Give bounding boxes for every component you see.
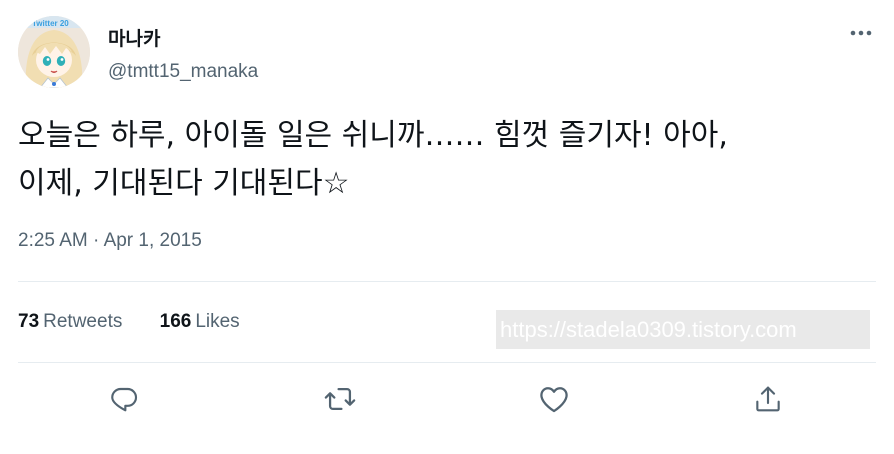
retweet-icon bbox=[324, 387, 356, 411]
user-handle[interactable]: @tmtt15_manaka bbox=[108, 61, 258, 83]
divider-top bbox=[18, 281, 876, 282]
timestamp-separator: · bbox=[93, 230, 100, 251]
likes-count: 166 bbox=[159, 311, 192, 332]
share-icon bbox=[756, 386, 780, 412]
heart-icon bbox=[540, 387, 568, 413]
share-button[interactable] bbox=[750, 381, 786, 417]
likes-stat[interactable]: 166 Likes bbox=[160, 311, 240, 333]
display-name[interactable]: 마나카 bbox=[108, 24, 160, 51]
avatar-image: Twitter 20 bbox=[18, 16, 90, 88]
reply-button[interactable] bbox=[106, 381, 142, 417]
tweet-date[interactable]: Apr 1, 2015 bbox=[104, 230, 202, 251]
reply-icon bbox=[111, 387, 137, 412]
tweet-text: 오늘은 하루, 아이돌 일은 쉬니까…… 힘껏 즐기자! 아아, 이제, 기대된… bbox=[18, 118, 728, 201]
tweet-timestamp: 2:25 AM · Apr 1, 2015 bbox=[18, 230, 202, 252]
retweets-count: 73 bbox=[18, 311, 40, 332]
retweets-label: Retweets bbox=[43, 311, 123, 332]
avatar-caption: Twitter 20 bbox=[32, 19, 69, 28]
more-dots-icon bbox=[850, 30, 872, 36]
tweet-card: Twitter 20 마나카 @tmtt15_manaka 오늘은 하루, 아이… bbox=[0, 0, 894, 454]
more-options-button[interactable] bbox=[846, 20, 876, 46]
like-button[interactable] bbox=[536, 381, 572, 417]
watermark: https://stadela0309.tistory.com bbox=[496, 310, 870, 349]
avatar[interactable]: Twitter 20 bbox=[18, 16, 90, 88]
tweet-time[interactable]: 2:25 AM bbox=[18, 230, 88, 251]
tweet-stats: 73 Retweets 166 Likes bbox=[18, 311, 240, 333]
retweet-button[interactable] bbox=[322, 381, 358, 417]
likes-label: Likes bbox=[195, 311, 240, 332]
retweets-stat[interactable]: 73 Retweets bbox=[18, 311, 122, 333]
divider-bottom bbox=[18, 362, 876, 363]
